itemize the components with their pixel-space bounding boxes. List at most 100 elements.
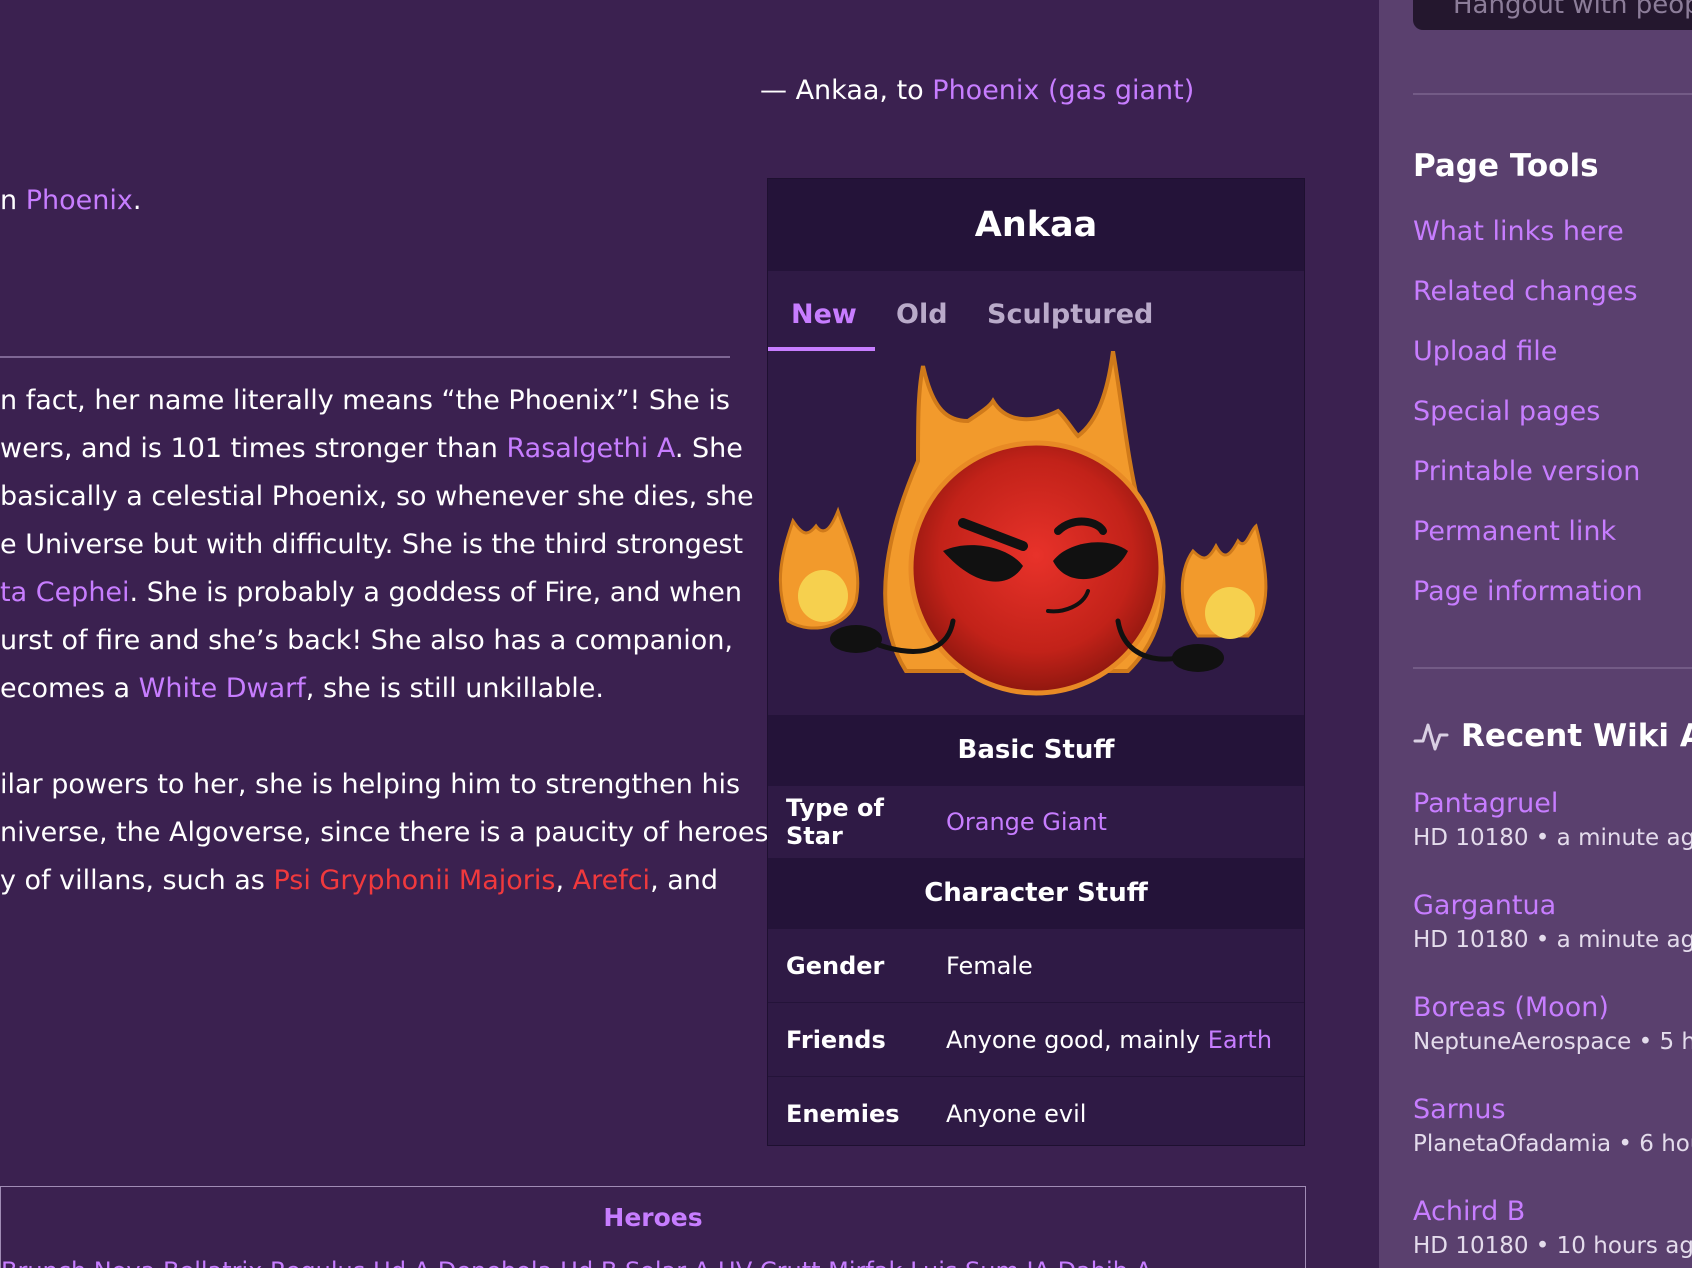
activity-meta: PlanetaOfadamia • 6 hours ago xyxy=(1413,1131,1692,1157)
white-dwarf-link[interactable]: White Dwarf xyxy=(139,673,306,704)
tab-old[interactable]: Old xyxy=(896,299,948,330)
type-of-star-row: Type of Star Orange Giant xyxy=(768,785,1304,858)
tool-page-information[interactable]: Page information xyxy=(1413,576,1643,636)
search-input[interactable]: Hangout with people xyxy=(1413,0,1692,30)
text: urst of fire and she’s back! She also ha… xyxy=(0,625,734,656)
page-tools-list: What links here Related changes Upload f… xyxy=(1413,216,1643,636)
text-line: niverse, the Algoverse, since there is a… xyxy=(0,809,769,857)
text-line: urst of fire and she’s back! She also ha… xyxy=(0,617,754,665)
gender-label: Gender xyxy=(786,951,885,980)
text-line: ecomes a White Dwarf, she is still unkil… xyxy=(0,665,754,713)
orange-giant-link[interactable]: Orange Giant xyxy=(946,808,1107,836)
navbox-title[interactable]: Heroes xyxy=(1,1203,1305,1232)
sidebar-divider xyxy=(1413,667,1692,669)
activity-title[interactable]: Pantagruel xyxy=(1413,788,1558,819)
activity-title[interactable]: Gargantua xyxy=(1413,890,1556,921)
ankaa-artwork xyxy=(778,350,1268,696)
activity-meta: HD 10180 • a minute ago xyxy=(1413,927,1692,953)
ankaa-character-image xyxy=(768,350,1304,715)
phoenix-link[interactable]: Phoenix xyxy=(26,185,133,216)
tab-sculptured[interactable]: Sculptured xyxy=(987,299,1153,330)
tab-new[interactable]: New xyxy=(791,299,857,330)
list-item: Boreas (Moon) NeptuneAerospace • 5 hours… xyxy=(1413,992,1692,1094)
enemies-label: Enemies xyxy=(786,1099,900,1128)
text: e Universe but with difficulty. She is t… xyxy=(0,529,744,560)
tool-what-links-here[interactable]: What links here xyxy=(1413,216,1643,276)
section-divider xyxy=(0,356,730,358)
rasalgethi-a-link[interactable]: Rasalgethi A xyxy=(507,433,675,464)
cephei-link[interactable]: ta Cephei xyxy=(0,577,130,608)
list-item: Sarnus PlanetaOfadamia • 6 hours ago xyxy=(1413,1094,1692,1196)
enemies-value: Anyone evil xyxy=(946,1099,1087,1128)
recent-activity-heading: Recent Wiki Activity xyxy=(1413,718,1692,760)
type-of-star-label: Type of Star xyxy=(786,794,884,850)
paragraph-1: n fact, her name literally means “the Ph… xyxy=(0,377,754,713)
friends-row: Friends Anyone good, mainly Earth xyxy=(768,1002,1304,1076)
gender-value: Female xyxy=(946,951,1033,980)
page-tools-heading-text: Page Tools xyxy=(1413,148,1599,184)
text: . She xyxy=(674,433,743,464)
recent-activity-list: Pantagruel HD 10180 • a minute ago Garga… xyxy=(1413,788,1692,1268)
gender-row: Gender Female xyxy=(768,928,1304,1002)
activity-meta: HD 10180 • 10 hours ago xyxy=(1413,1233,1692,1259)
activity-title[interactable]: Sarnus xyxy=(1413,1094,1506,1125)
active-tab-indicator xyxy=(768,347,875,351)
text-line: wers, and is 101 times stronger than Ras… xyxy=(0,425,754,473)
tool-permanent-link[interactable]: Permanent link xyxy=(1413,516,1643,576)
text: , and xyxy=(650,865,719,896)
list-item: Pantagruel HD 10180 • a minute ago xyxy=(1413,788,1692,890)
text: , she is still unkillable. xyxy=(305,673,604,704)
text-line: e Universe but with difficulty. She is t… xyxy=(0,521,754,569)
text: , xyxy=(555,865,573,896)
recent-activity-heading-text: Recent Wiki Activity xyxy=(1461,718,1692,754)
list-item: Gargantua HD 10180 • a minute ago xyxy=(1413,890,1692,992)
paragraph-2: ilar powers to her, she is helping him t… xyxy=(0,761,769,905)
text-line: ilar powers to her, she is helping him t… xyxy=(0,761,769,809)
character-stuff-header: Character Stuff xyxy=(768,858,1304,928)
infobox-tabs: New Old Sculptured xyxy=(768,271,1304,351)
text: . She is probably a goddess of Fire, and… xyxy=(129,577,743,608)
friends-value: Anyone good, mainly Earth xyxy=(946,1026,1272,1054)
text: basically a celestial Phoenix, so whenev… xyxy=(0,481,754,512)
tool-special-pages[interactable]: Special pages xyxy=(1413,396,1643,456)
text: wers, and is 101 times stronger than xyxy=(0,433,507,464)
text: n fact, her name literally means “the Ph… xyxy=(0,385,730,416)
list-item: Achird B HD 10180 • 10 hours ago xyxy=(1413,1196,1692,1268)
text: ecomes a xyxy=(0,673,139,704)
infobox-title: Ankaa xyxy=(768,179,1304,271)
earth-link[interactable]: Earth xyxy=(1208,1026,1272,1054)
phoenix-gas-giant-link[interactable]: Phoenix (gas giant) xyxy=(932,75,1194,106)
activity-title[interactable]: Boreas (Moon) xyxy=(1413,992,1609,1023)
tool-printable-version[interactable]: Printable version xyxy=(1413,456,1643,516)
page-tools-heading: Page Tools xyxy=(1413,148,1605,190)
enemies-row: Enemies Anyone evil xyxy=(768,1076,1304,1150)
character-infobox: Ankaa New Old Sculptured Basic Stuff Typ… xyxy=(767,178,1305,1146)
navbox-items[interactable]: Brunch Nova Bellatrix Regulus Hd A Deneb… xyxy=(1,1257,1152,1268)
intro-suffix: . xyxy=(132,185,142,216)
friends-label: Friends xyxy=(786,1025,886,1054)
activity-pulse-icon xyxy=(1413,723,1449,751)
text-line: ta Cephei. She is probably a goddess of … xyxy=(0,569,754,617)
activity-meta: NeptuneAerospace • 5 hours ago xyxy=(1413,1029,1692,1055)
activity-title[interactable]: Achird B xyxy=(1413,1196,1525,1227)
basic-stuff-header: Basic Stuff xyxy=(768,715,1304,785)
quote-prefix: — Ankaa, to xyxy=(760,75,933,106)
text-line: y of villans, such as Psi Gryphonii Majo… xyxy=(0,857,769,905)
right-sidebar: Hangout with people Page Tools What link… xyxy=(1379,0,1692,1268)
intro-prefix: n xyxy=(0,185,26,216)
tool-upload-file[interactable]: Upload file xyxy=(1413,336,1643,396)
sidebar-divider xyxy=(1413,93,1692,95)
main-content: — Ankaa, to Phoenix (gas giant) n Phoeni… xyxy=(0,0,1379,1268)
intro-line: n Phoenix. xyxy=(0,185,141,216)
quote-attribution: — Ankaa, to Phoenix (gas giant) xyxy=(760,75,1194,106)
text: niverse, the Algoverse, since there is a… xyxy=(0,817,769,848)
heroes-navbox: Heroes Brunch Nova Bellatrix Regulus Hd … xyxy=(0,1186,1306,1268)
text: y of villans, such as xyxy=(0,865,274,896)
psi-gryphonii-majoris-redlink[interactable]: Psi Gryphonii Majoris xyxy=(273,865,555,896)
text-line: n fact, her name literally means “the Ph… xyxy=(0,377,754,425)
activity-meta: HD 10180 • a minute ago xyxy=(1413,825,1692,851)
arefci-redlink[interactable]: Arefci xyxy=(573,865,650,896)
text: ilar powers to her, she is helping him t… xyxy=(0,769,741,800)
friends-value-text: Anyone good, mainly xyxy=(946,1025,1208,1054)
tool-related-changes[interactable]: Related changes xyxy=(1413,276,1643,336)
